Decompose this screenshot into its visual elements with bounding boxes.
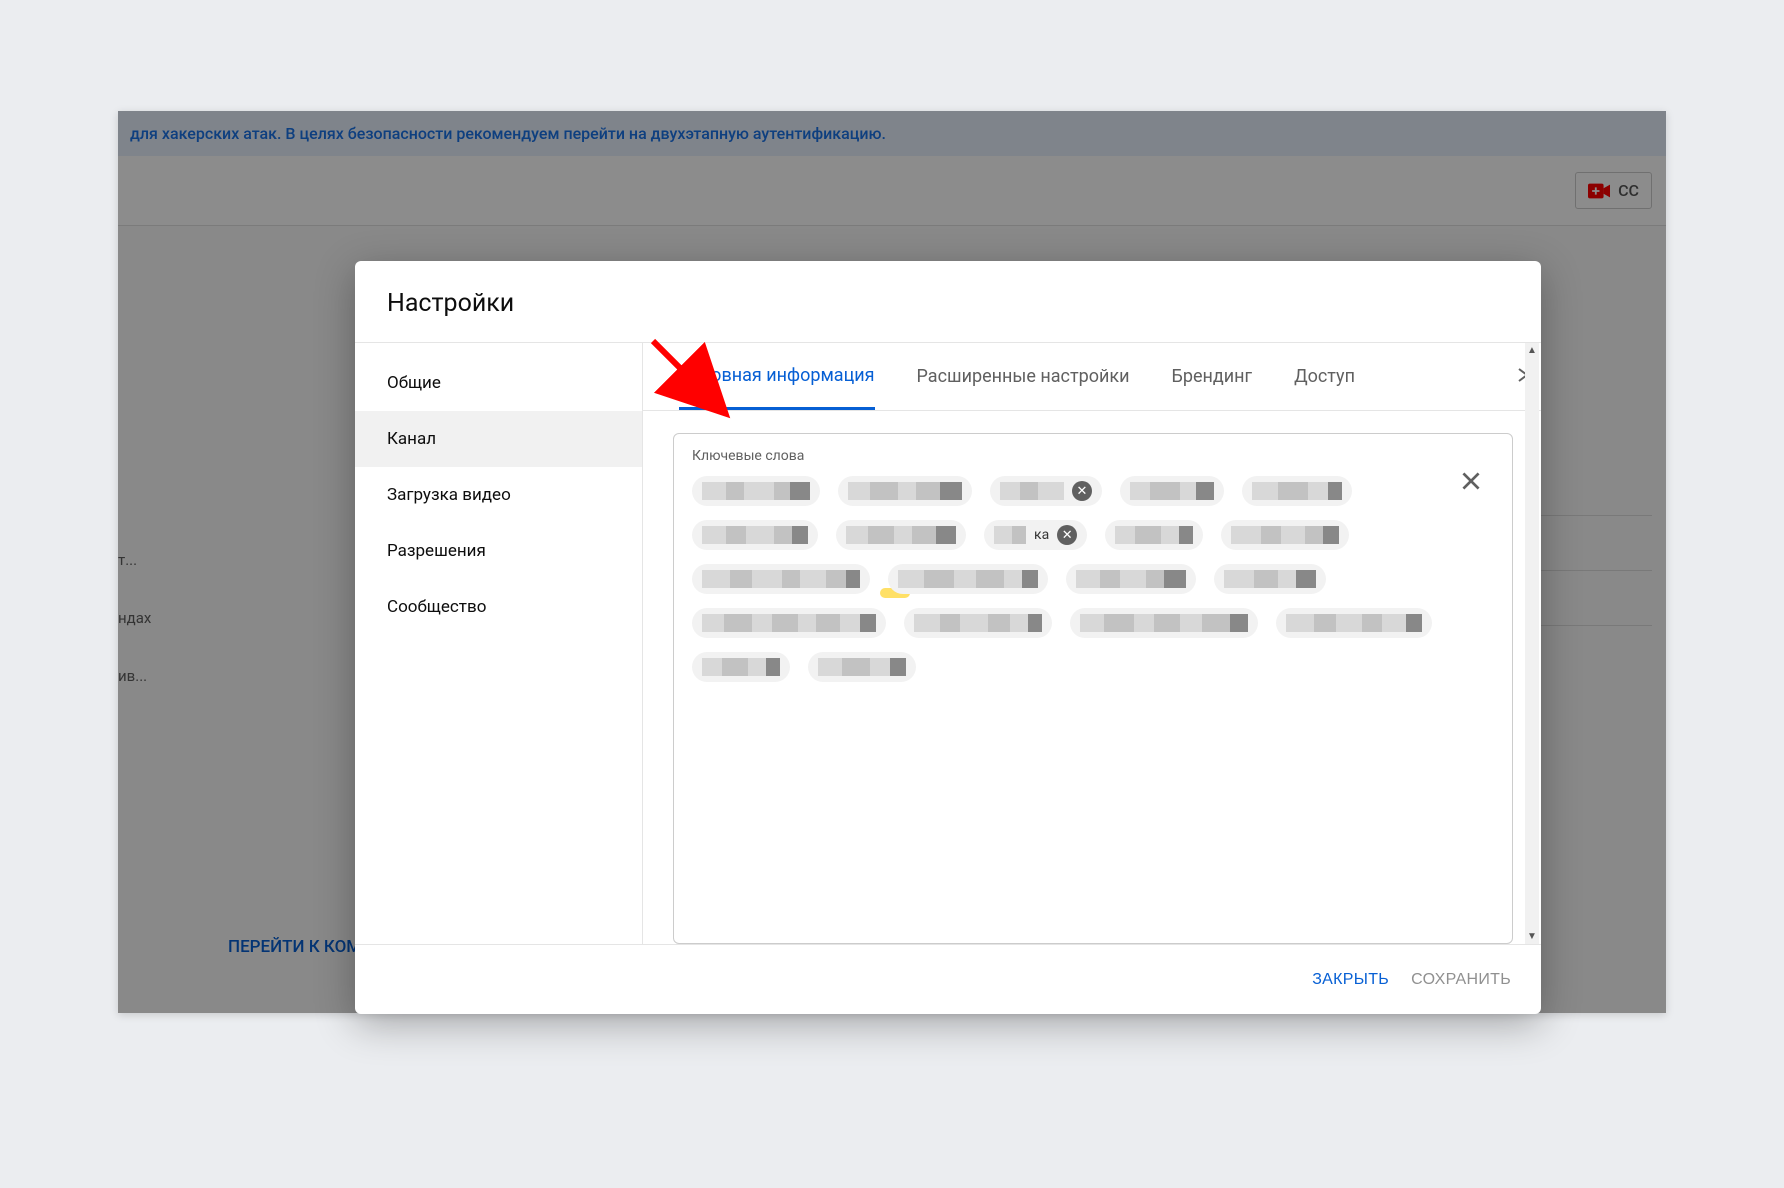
chip-remove-icon[interactable]: ✕ [1057,525,1077,545]
tab-access[interactable]: Доступ [1294,345,1355,408]
keyword-chip[interactable] [1221,520,1349,550]
sidebar-item-community[interactable]: Сообщество [355,579,642,635]
keyword-chip[interactable] [904,608,1052,638]
keyword-chip[interactable] [692,608,886,638]
create-button-label: СС [1618,181,1639,200]
scroll-up-icon[interactable]: ▲ [1527,345,1537,356]
dialog-footer: ЗАКРЫТЬ СОХРАНИТЬ [355,944,1541,1014]
keywords-label: Ключевые слова [692,448,1494,464]
keyword-chip[interactable] [838,476,972,506]
content-scrollbar[interactable]: ▲ ▼ [1525,343,1539,944]
sidebar-item-permissions[interactable]: Разрешения [355,523,642,579]
settings-dialog: Настройки Общие Канал Загрузка видео Раз… [355,261,1541,1014]
keyword-chip[interactable] [692,652,790,682]
background-header: СС [118,156,1666,226]
dialog-title: Настройки [355,261,1541,342]
save-button[interactable]: СОХРАНИТЬ [1411,971,1511,989]
screenshot-frame: для хакерских атак. В целях безопасности… [118,111,1666,1013]
keyword-chip[interactable] [1242,476,1352,506]
tab-branding[interactable]: Брендинг [1172,345,1253,408]
chip-remove-icon[interactable]: ✕ [1072,481,1092,501]
keyword-chip[interactable] [888,564,1048,594]
keyword-chip[interactable] [692,476,820,506]
security-banner: для хакерских атак. В целях безопасности… [118,111,1666,156]
keyword-chips: ✕ ка✕ [692,476,1494,682]
keyword-chip[interactable] [836,520,966,550]
keywords-field[interactable]: Ключевые слова ✕ [673,433,1513,944]
settings-sidebar: Общие Канал Загрузка видео Разрешения Со… [355,343,643,944]
bg-left-snippets: т... ндах ив... [118,531,200,705]
keyword-chip[interactable] [1276,608,1432,638]
keyword-chip[interactable] [1105,520,1203,550]
keyword-chip[interactable] [1070,608,1258,638]
keyword-chip[interactable] [1066,564,1196,594]
keyword-chip[interactable] [808,652,916,682]
scroll-down-icon[interactable]: ▼ [1527,931,1537,942]
close-button[interactable]: ЗАКРЫТЬ [1312,971,1389,989]
keyword-chip[interactable] [692,520,818,550]
tabs-bar: Основная информация Расширенные настройк… [643,343,1541,411]
sidebar-item-channel[interactable]: Канал [355,411,642,467]
tab-basic-info[interactable]: Основная информация [679,344,875,410]
keyword-chip[interactable] [1214,564,1326,594]
settings-content: Основная информация Расширенные настройк… [643,343,1541,944]
tab-advanced[interactable]: Расширенные настройки [917,345,1130,408]
keyword-chip[interactable]: ка✕ [984,520,1087,550]
keyword-chip[interactable]: ✕ [990,476,1102,506]
dialog-body: Общие Канал Загрузка видео Разрешения Со… [355,343,1541,944]
camera-plus-icon [1588,183,1610,199]
keyword-chip[interactable] [692,564,870,594]
sidebar-item-upload[interactable]: Загрузка видео [355,467,642,523]
keyword-chip[interactable] [1120,476,1224,506]
create-video-button[interactable]: СС [1575,172,1652,209]
sidebar-item-general[interactable]: Общие [355,355,642,411]
